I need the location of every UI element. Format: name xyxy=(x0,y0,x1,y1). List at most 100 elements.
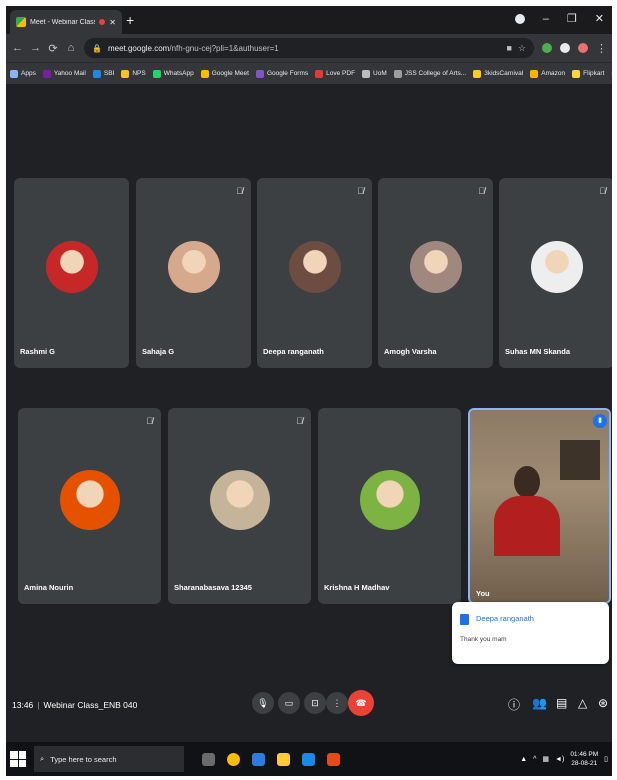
present-button[interactable]: ⊡ xyxy=(304,692,326,714)
extension-icon[interactable] xyxy=(542,43,552,53)
more-bookmarks-icon[interactable]: » xyxy=(611,70,612,77)
participant-name: Sahaja G xyxy=(142,347,175,356)
taskbar-search[interactable]: ⌕ Type here to search xyxy=(34,746,184,772)
participant-avatar xyxy=(45,241,98,293)
college-icon xyxy=(393,69,402,78)
bookmark-yahoo[interactable]: Yahoo Mail xyxy=(42,69,86,78)
participant-tile[interactable]: 🎙̸ Sahaja G xyxy=(136,178,251,368)
bookmark-whatsapp[interactable]: WhatsApp xyxy=(152,69,194,78)
flipkart-icon xyxy=(572,69,581,78)
back-button[interactable]: ← xyxy=(12,42,23,54)
chat-notification[interactable]: Deepa ranganath Thank you mam xyxy=(452,602,609,664)
network-icon[interactable]: ▦ xyxy=(542,755,549,763)
close-window-button[interactable]: ✕ xyxy=(595,12,604,25)
forward-button[interactable]: → xyxy=(30,42,41,54)
people-button[interactable]: 👥 xyxy=(532,696,547,710)
camera-button[interactable]: ▭ xyxy=(278,692,300,714)
windows-start-icon[interactable] xyxy=(10,751,26,767)
minimize-button[interactable]: – xyxy=(543,13,549,25)
extensions-puzzle-icon[interactable] xyxy=(560,43,570,53)
bookmark-label: Google Forms xyxy=(266,70,309,77)
participant-tile[interactable]: Krishna H Madhav xyxy=(318,408,461,604)
browser-tab[interactable]: Meet - Webinar Class ENB ✕ xyxy=(10,10,122,34)
bookmark-college[interactable]: JSS College of Arts... xyxy=(393,69,467,78)
bookmark-flipkart[interactable]: Flipkart xyxy=(572,69,605,78)
reading-list-button[interactable]: »▤Reading list xyxy=(611,70,612,78)
person-body xyxy=(494,496,560,556)
participant-tile[interactable]: 🎙̸ Amogh Varsha xyxy=(378,178,493,368)
tab-close-icon[interactable]: ✕ xyxy=(109,18,116,27)
participant-tile[interactable]: 🎙̸ Sharanabasava 12345 xyxy=(168,408,311,604)
participant-tile[interactable]: Rashmi G xyxy=(14,178,129,368)
mic-muted-icon: 🎙̸ xyxy=(599,186,606,196)
bookmark-carnival[interactable]: 3kidsCarnival xyxy=(473,69,523,78)
participant-name: Sharanabasava 12345 xyxy=(174,583,252,592)
profile-icon[interactable] xyxy=(514,13,525,24)
activities-button[interactable]: △ xyxy=(578,696,587,710)
chrome-icon[interactable] xyxy=(227,752,240,766)
browser-menu-icon[interactable]: ⋮ xyxy=(596,42,607,55)
more-options-button[interactable]: ⋮ xyxy=(326,692,348,714)
bookmark-forms[interactable]: Google Forms xyxy=(255,69,309,78)
camera-permission-icon[interactable]: ■ xyxy=(506,43,511,53)
bookmark-meet[interactable]: Google Meet xyxy=(200,69,249,78)
bookmark-apps[interactable]: Apps xyxy=(10,69,36,78)
mic-muted-icon: 🎙̸ xyxy=(478,186,485,196)
word-icon[interactable] xyxy=(252,752,265,766)
participant-name: Rashmi G xyxy=(20,347,56,356)
self-view-tile[interactable]: ▮ You xyxy=(468,408,611,604)
meeting-info-separator: | xyxy=(37,700,40,710)
address-bar[interactable]: 🔒 meet.google.com/nfh-gnu-cej?pli=1&auth… xyxy=(84,38,534,58)
reload-button[interactable]: ⟳ xyxy=(48,42,58,55)
forms-icon xyxy=(255,69,264,78)
participant-tile[interactable]: 🎙̸ Amina Nourin xyxy=(18,408,161,604)
home-button[interactable]: ⌂ xyxy=(66,42,76,54)
bookmark-label: UoM xyxy=(373,70,387,77)
bookmark-nps[interactable]: NPS xyxy=(121,69,146,78)
participant-tile[interactable]: 🎙̸ Suhas MN Skanda xyxy=(499,178,612,368)
participant-tile[interactable]: 🎙̸ Deepa ranganath xyxy=(257,178,372,368)
meeting-name[interactable]: Webinar Class_ENB 040 xyxy=(44,700,138,710)
pdf-icon xyxy=(315,69,324,78)
meeting-info: 13:46 | Webinar Class_ENB 040 xyxy=(12,700,137,710)
taskbar-apps xyxy=(202,752,340,766)
notifications-icon[interactable]: ▯ xyxy=(604,755,608,763)
chat-sender: Deepa ranganath xyxy=(476,614,534,623)
mic-muted-icon: 🎙̸ xyxy=(296,416,303,426)
bookmark-amazon[interactable]: Amazon xyxy=(530,69,565,78)
file-explorer-icon[interactable] xyxy=(277,752,290,766)
powerpoint-icon[interactable] xyxy=(327,752,340,766)
mic-button[interactable]: 🎙 xyxy=(252,692,274,714)
bookmark-label: NPS xyxy=(132,70,146,77)
lock-icon[interactable]: 🔒 xyxy=(92,44,102,53)
chat-button[interactable]: ▤ xyxy=(556,696,567,710)
volume-icon[interactable]: ◄) xyxy=(555,756,564,763)
mic-muted-icon: 🎙̸ xyxy=(236,186,243,196)
bookmark-sbi[interactable]: SBI xyxy=(92,69,115,78)
search-icon: ⌕ xyxy=(40,754,45,763)
bookmark-label: JSS College of Arts... xyxy=(404,70,467,77)
account-avatar-icon[interactable] xyxy=(578,43,588,53)
restore-button[interactable]: ❐ xyxy=(567,12,577,25)
uom-icon xyxy=(362,69,371,78)
speaking-indicator-icon: ▮ xyxy=(593,414,607,428)
bookmark-pdf[interactable]: Love PDF xyxy=(315,69,355,78)
store-icon[interactable] xyxy=(302,752,315,766)
browser-toolbar: ← → ⟳ ⌂ 🔒 meet.google.com/nfh-gnu-cej?pl… xyxy=(6,34,612,62)
bookmark-uom[interactable]: UoM xyxy=(362,69,387,78)
bookmark-label: Flipkart xyxy=(583,70,605,77)
weather-icon[interactable]: ▲ xyxy=(520,756,527,763)
participant-avatar xyxy=(59,470,120,530)
bookmark-star-icon[interactable]: ☆ xyxy=(518,43,526,54)
participant-name: Deepa ranganath xyxy=(263,347,324,356)
new-tab-button[interactable]: + xyxy=(126,12,134,28)
end-call-button[interactable]: ☎ xyxy=(348,690,374,716)
taskbar-clock[interactable]: 01:46 PM 28-08-21 xyxy=(570,750,598,768)
mic-muted-icon: 🎙̸ xyxy=(146,416,153,426)
task-view-icon[interactable] xyxy=(202,752,215,766)
host-controls-button[interactable]: ⊛ xyxy=(598,696,608,710)
meeting-details-button[interactable]: ⓘ xyxy=(508,696,520,713)
bookmark-label: SBI xyxy=(103,70,115,77)
tray-chevron-icon[interactable]: ^ xyxy=(533,756,536,763)
amazon-icon xyxy=(530,69,539,78)
